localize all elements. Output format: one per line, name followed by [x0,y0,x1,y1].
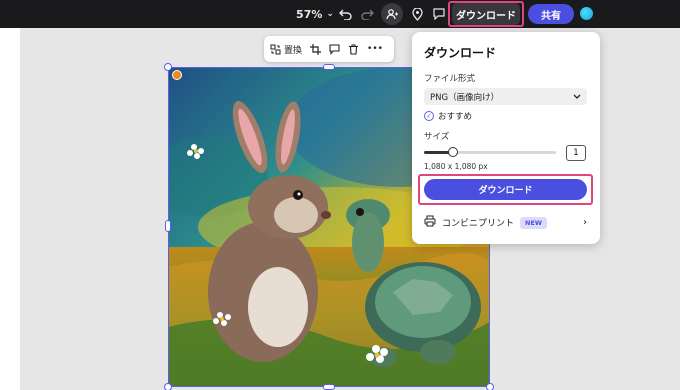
resize-handle-top-left[interactable] [164,63,172,71]
convenience-print-row[interactable]: コンビニプリント NEW › [424,215,587,230]
ai-badge-icon [172,70,182,80]
replace-icon [270,44,281,54]
redo-icon[interactable] [360,4,374,24]
comment-icon[interactable] [329,43,340,55]
size-label: サイズ [424,132,450,142]
chevron-down-icon: ⌄ [326,9,334,19]
file-format-label: ファイル形式 [424,74,476,84]
context-toolbar: 置換 ••• [264,36,394,62]
resize-handle-bottom-left[interactable] [164,383,172,390]
resize-handle-left[interactable] [165,220,171,232]
panel-title: ダウンロード [424,46,497,60]
check-icon: ✓ [424,111,434,121]
more-icon[interactable]: ••• [367,44,383,54]
new-badge: NEW [520,216,548,229]
chevron-down-icon [573,92,581,102]
zoom-control[interactable]: 57% ⌄ [292,4,338,24]
undo-icon[interactable] [338,4,352,24]
download-top-highlight [448,1,524,27]
avatar-icon[interactable] [580,7,593,20]
replace-label: 置換 [284,45,303,56]
resize-handle-bottom[interactable] [323,384,335,390]
recommended-option[interactable]: ✓ おすすめ [424,110,472,122]
size-slider-knob[interactable] [448,147,459,157]
convenience-print-label: コンビニプリント [442,219,515,229]
resize-handle-bottom-right[interactable] [486,383,494,390]
chevron-right-icon: › [583,217,587,228]
download-button-highlight [418,174,593,205]
dimensions-text: 1,080 x 1,080 px [424,162,488,171]
file-format-select[interactable]: PNG（画像向け） [424,88,587,105]
file-format-value: PNG（画像向け） [430,92,500,103]
resize-handle-top[interactable] [323,64,335,70]
replace-button[interactable]: 置換 [270,43,302,56]
crop-icon[interactable] [310,43,322,55]
print-icon [424,215,436,230]
top-toolbar: 57% ⌄ ダウンロード 共有 [0,0,680,28]
share-button[interactable]: 共有 [528,4,574,24]
quantity-field[interactable]: 1 [566,145,586,161]
location-pin-icon[interactable] [410,4,424,24]
recommended-label: おすすめ [438,112,473,122]
download-panel: ダウンロード ファイル形式 PNG（画像向け） ✓ おすすめ サイズ 1 1,0… [412,32,600,244]
zoom-level: 57% [296,7,323,21]
left-sidebar-edge [0,0,20,390]
comment-icon[interactable] [432,4,446,24]
size-slider[interactable] [424,147,556,157]
invite-person-icon[interactable] [381,3,403,25]
trash-icon[interactable] [348,43,359,55]
